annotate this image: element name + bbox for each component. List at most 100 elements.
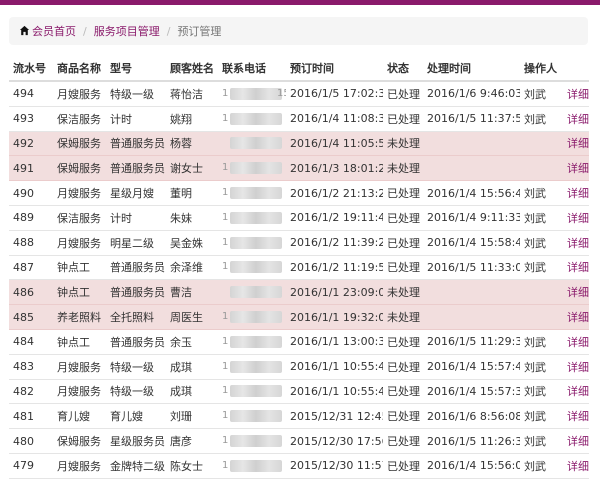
customer-cell: 唐彦 (166, 428, 218, 454)
customer-cell: 曹洁 (166, 279, 218, 306)
serial-cell: 486 (9, 279, 53, 306)
product-cell: 保姆服务 (53, 428, 106, 454)
product-cell: 月嫂服务 (53, 354, 106, 380)
order-time-cell: 2016/1/2 11:19:51 (286, 255, 383, 281)
table-row: 484 钟点工 普通服务员 余玉 1 2016/1/1 13:00:32 已处理 2016/1… (9, 329, 589, 355)
phone-cell: 1 (218, 230, 286, 256)
phone-visible-digits: 1 (222, 360, 229, 372)
customer-cell: 朱妹 (166, 205, 218, 231)
phone-blur-mask (230, 410, 282, 423)
detail-link[interactable]: 详细 (567, 336, 589, 349)
breadcrumb-section-link[interactable]: 服务项目管理 (94, 23, 160, 39)
table-row: 491 保姆服务 普通服务员 谢女士 1 2016/1/3 18:01:26 未处理 详细 (9, 155, 589, 182)
phone-masked: 1 (222, 211, 284, 225)
booking-table: 流水号 商品名称 型号 顾客姓名 联系电话 预订时间 状态 处理时间 操作人 494 月嫂服务 特级… (9, 56, 589, 479)
phone-blur-mask (230, 236, 282, 249)
detail-link[interactable]: 详细 (567, 311, 589, 324)
product-cell: 保洁服务 (53, 205, 106, 231)
operator-cell (520, 304, 563, 330)
model-cell: 普通服务员 (106, 255, 166, 281)
serial-cell: 492 (9, 131, 53, 157)
phone-masked: 1 (222, 260, 284, 274)
phone-masked (222, 136, 284, 150)
model-cell: 金牌特二级 (106, 453, 166, 479)
column-header (563, 56, 589, 82)
breadcrumb-separator: / (83, 24, 87, 38)
detail-link[interactable]: 详细 (567, 187, 589, 200)
action-cell: 详细 (563, 131, 589, 157)
phone-masked: 1 (222, 335, 284, 349)
serial-cell: 479 (9, 453, 53, 479)
detail-link[interactable]: 详细 (567, 162, 589, 175)
phone-cell: 1 (218, 403, 286, 430)
status-cell: 已处理 (383, 255, 423, 281)
detail-link[interactable]: 详细 (567, 385, 589, 398)
operator-cell: 刘武 (520, 453, 563, 479)
customer-cell: 吴金姝 (166, 230, 218, 256)
product-cell: 钟点工 (53, 255, 106, 281)
order-time-cell: 2016/1/1 23:09:04 (286, 279, 383, 306)
customer-cell: 成琪 (166, 354, 218, 380)
phone-tail-digits: 15 (277, 87, 286, 99)
product-cell: 钟点工 (53, 279, 106, 306)
action-cell: 详细 (563, 403, 589, 430)
handled-time-cell: 2016/1/6 9:46:03 (423, 81, 520, 107)
action-cell: 详细 (563, 155, 589, 182)
breadcrumb-home-link[interactable]: 会员首页 (19, 23, 76, 39)
operator-cell: 刘武 (520, 180, 563, 206)
action-cell: 详细 (563, 379, 589, 405)
serial-cell: 493 (9, 106, 53, 132)
operator-cell: 刘武 (520, 329, 563, 355)
handled-time-cell: 2016/1/5 11:29:35 (423, 329, 520, 355)
phone-masked: 1 (222, 236, 284, 250)
serial-cell: 491 (9, 155, 53, 182)
status-cell: 已处理 (383, 180, 423, 206)
action-cell: 详细 (563, 180, 589, 206)
serial-cell: 490 (9, 180, 53, 206)
status-cell: 未处理 (383, 131, 423, 157)
phone-visible-digits: 1 (222, 435, 229, 447)
detail-link[interactable]: 详细 (567, 410, 589, 423)
detail-link[interactable]: 详细 (567, 113, 589, 126)
status-cell: 已处理 (383, 428, 423, 454)
phone-cell: 1 (218, 379, 286, 405)
product-cell: 养老照料 (53, 304, 106, 330)
phone-blur-mask (230, 311, 282, 324)
phone-masked: 1 (222, 384, 284, 398)
model-cell: 全托照料 (106, 304, 166, 330)
status-cell: 已处理 (383, 81, 423, 107)
product-cell: 月嫂服务 (53, 180, 106, 206)
handled-time-cell (423, 131, 520, 157)
serial-cell: 485 (9, 304, 53, 330)
detail-link[interactable]: 详细 (567, 137, 589, 150)
action-cell: 详细 (563, 106, 589, 132)
operator-cell (520, 279, 563, 306)
phone-cell: 1 (218, 255, 286, 281)
column-header: 流水号 (9, 56, 53, 82)
phone-blur-mask (230, 385, 282, 398)
model-cell: 计时 (106, 205, 166, 231)
phone-masked: 1 (222, 310, 284, 324)
phone-blur-mask (230, 137, 282, 150)
status-cell: 已处理 (383, 230, 423, 256)
detail-link[interactable]: 详细 (567, 212, 589, 225)
operator-cell: 刘武 (520, 81, 563, 107)
detail-link[interactable]: 详细 (567, 237, 589, 250)
handled-time-cell (423, 304, 520, 330)
action-cell: 详细 (563, 255, 589, 281)
model-cell: 计时 (106, 106, 166, 132)
phone-blur-mask (230, 360, 282, 373)
phone-blur-mask (230, 435, 282, 448)
customer-cell: 姚翔 (166, 106, 218, 132)
phone-blur-mask (230, 162, 282, 175)
order-time-cell: 2016/1/2 19:11:41 (286, 205, 383, 231)
detail-link[interactable]: 详细 (567, 435, 589, 448)
detail-link[interactable]: 详细 (567, 286, 589, 299)
action-cell: 详细 (563, 279, 589, 306)
detail-link[interactable]: 详细 (567, 261, 589, 274)
detail-link[interactable]: 详细 (567, 361, 589, 374)
home-icon (19, 25, 30, 36)
phone-cell: 1 (218, 453, 286, 479)
detail-link[interactable]: 详细 (567, 88, 589, 101)
serial-cell: 488 (9, 230, 53, 256)
